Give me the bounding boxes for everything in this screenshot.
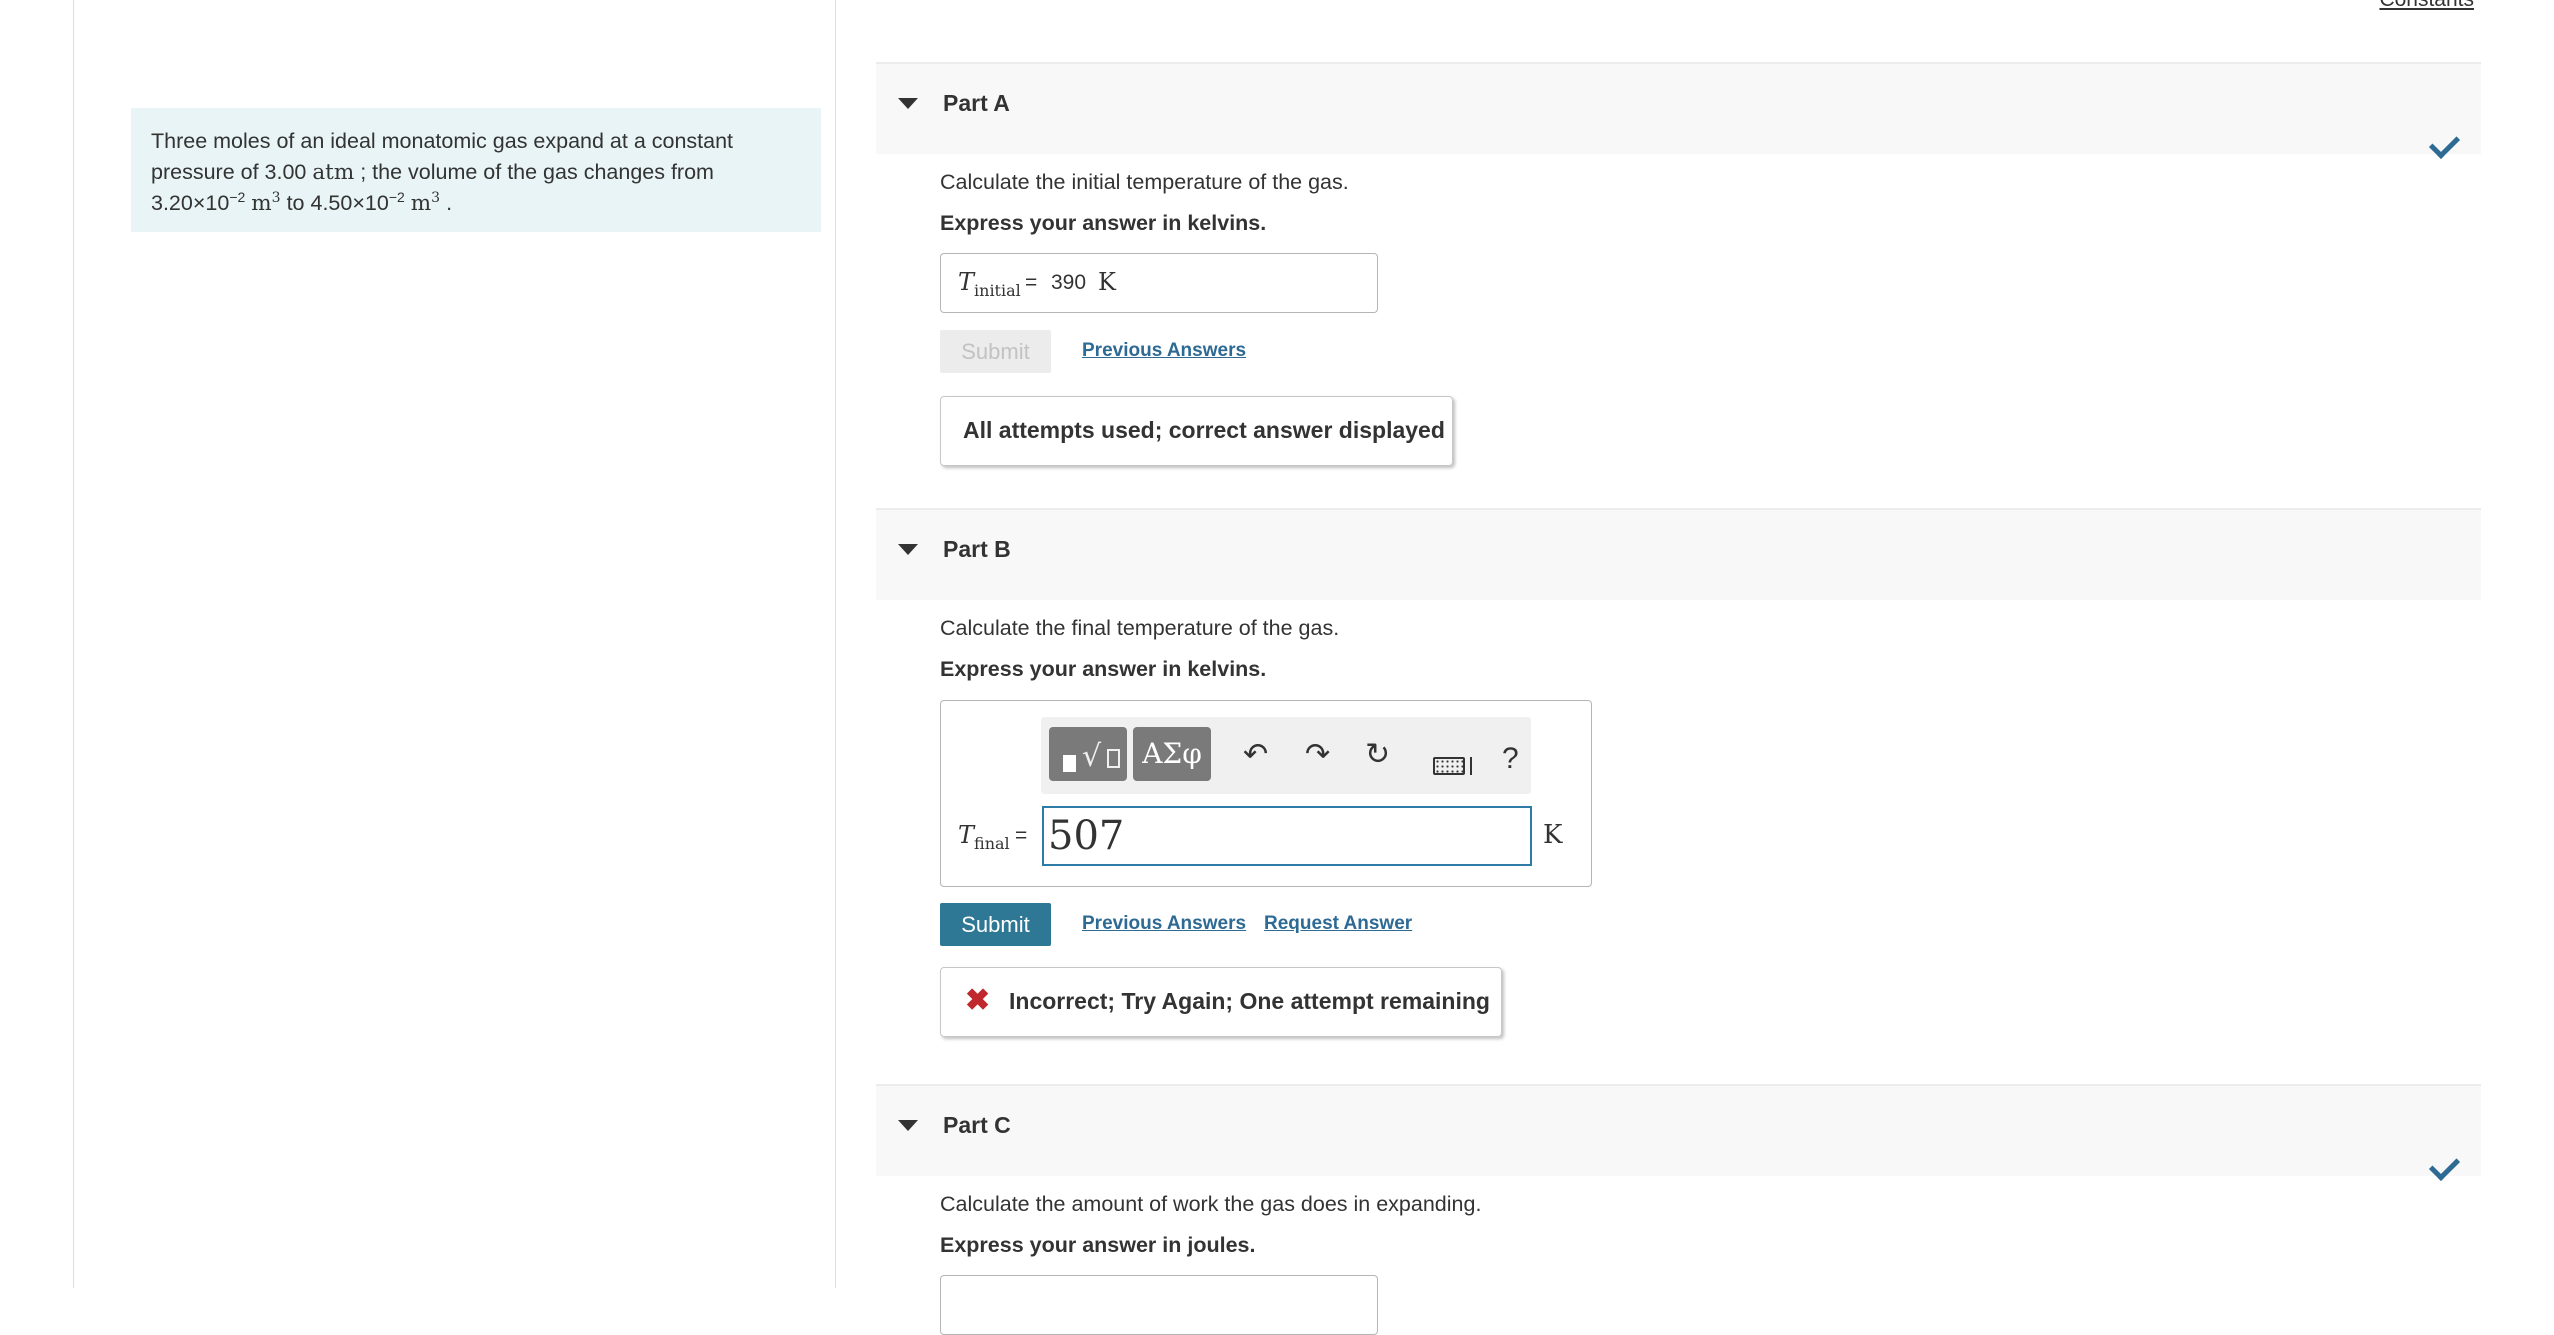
incorrect-x-icon: ✖: [965, 984, 991, 1017]
part-b-request-answer-link[interactable]: Request Answer: [1264, 913, 1412, 935]
undo-icon[interactable]: ↶: [1243, 737, 1268, 772]
template-square-icon: [1063, 755, 1076, 772]
part-a-value: 390: [1051, 271, 1087, 294]
part-c-prompt: Calculate the amount of work the gas doe…: [940, 1192, 1482, 1216]
math-toolbar: √ ΑΣφ ↶ ↷ ↻ ?: [1041, 717, 1531, 794]
part-a-prompt: Calculate the initial temperature of the…: [940, 170, 1349, 194]
volume-unit-exponent: 3: [271, 189, 281, 206]
part-a-header[interactable]: Part A: [876, 62, 2481, 154]
initial-volume-exponent: −2: [229, 188, 246, 205]
part-b-previous-answers-link[interactable]: Previous Answers: [1082, 913, 1246, 935]
constants-link[interactable]: Constants: [2379, 0, 2474, 12]
part-b-feedback-text: Incorrect; Try Again; One attempt remain…: [1009, 988, 1490, 1014]
part-a-unit: K: [1098, 268, 1116, 296]
part-a-symbol: Tinitial: [958, 268, 1021, 300]
help-button[interactable]: ?: [1502, 742, 1519, 776]
collapse-arrow-icon[interactable]: [898, 544, 918, 555]
part-a-equals: =: [1025, 271, 1038, 294]
part-b-express: Express your answer in kelvins.: [940, 657, 1267, 681]
part-b-header[interactable]: Part B: [876, 508, 2481, 600]
part-c-express: Express your answer in joules.: [940, 1233, 1256, 1257]
problem-end: .: [446, 191, 453, 215]
cursor-icon: [1470, 757, 1472, 775]
part-a-feedback: All attempts used; correct answer displa…: [940, 396, 1453, 466]
initial-volume: 3.20×10: [151, 191, 230, 215]
part-b-feedback: ✖ Incorrect; Try Again; One attempt rema…: [940, 967, 1502, 1037]
part-c-answer-box: [940, 1275, 1378, 1335]
collapse-arrow-icon[interactable]: [898, 98, 918, 109]
part-a-label: Part A: [943, 90, 1010, 116]
part-b-label: Part B: [943, 536, 1011, 562]
problem-text-2: ; the volume of the gas changes from: [360, 160, 714, 184]
reset-icon[interactable]: ↻: [1365, 737, 1390, 772]
part-a-previous-answers-link[interactable]: Previous Answers: [1082, 340, 1246, 362]
part-b-symbol-sub: final: [974, 833, 1010, 853]
part-a-symbol-sub: initial: [974, 280, 1021, 300]
part-a-feedback-text: All attempts used; correct answer displa…: [963, 417, 1445, 443]
left-border: [73, 0, 74, 1288]
volume-unit-exponent: 3: [431, 189, 441, 206]
problem-statement: Three moles of an ideal monatomic gas ex…: [131, 108, 821, 232]
part-b-unit: K: [1543, 820, 1563, 850]
part-a-symbol-letter: T: [958, 268, 975, 296]
part-b-symbol-letter: T: [958, 821, 975, 849]
part-c-label: Part C: [943, 1112, 1011, 1138]
final-volume: 4.50×10: [310, 191, 389, 215]
redo-icon[interactable]: ↷: [1305, 737, 1330, 772]
panel-divider: [835, 0, 836, 1288]
part-c-header[interactable]: Part C: [876, 1084, 2481, 1176]
part-b-equals: =: [1015, 824, 1028, 847]
part-b-prompt: Calculate the final temperature of the g…: [940, 616, 1340, 640]
greek-symbols-button[interactable]: ΑΣφ: [1133, 727, 1211, 781]
final-volume-exponent: −2: [388, 188, 405, 205]
templates-button[interactable]: √: [1049, 727, 1127, 781]
part-b-submit-button[interactable]: Submit: [940, 903, 1051, 946]
part-a-answer-box: Tinitial = 390 K: [940, 253, 1378, 313]
part-b-answer-input[interactable]: 507: [1042, 806, 1532, 866]
part-a-express: Express your answer in kelvins.: [940, 211, 1267, 235]
part-b-answer-editor: √ ΑΣφ ↶ ↷ ↻ ? Tfinal = 507 K: [940, 700, 1592, 887]
part-b-symbol: Tfinal: [958, 821, 1010, 853]
volume-unit: m: [251, 191, 272, 216]
problem-to: to: [286, 191, 305, 215]
volume-unit: m: [410, 191, 432, 216]
radical-icon: √: [1082, 739, 1102, 774]
template-box-icon: [1107, 749, 1120, 768]
keyboard-icon[interactable]: [1433, 757, 1465, 775]
collapse-arrow-icon[interactable]: [898, 1120, 918, 1131]
part-a-submit-button: Submit: [940, 330, 1051, 373]
pressure-unit: atm: [312, 160, 355, 185]
